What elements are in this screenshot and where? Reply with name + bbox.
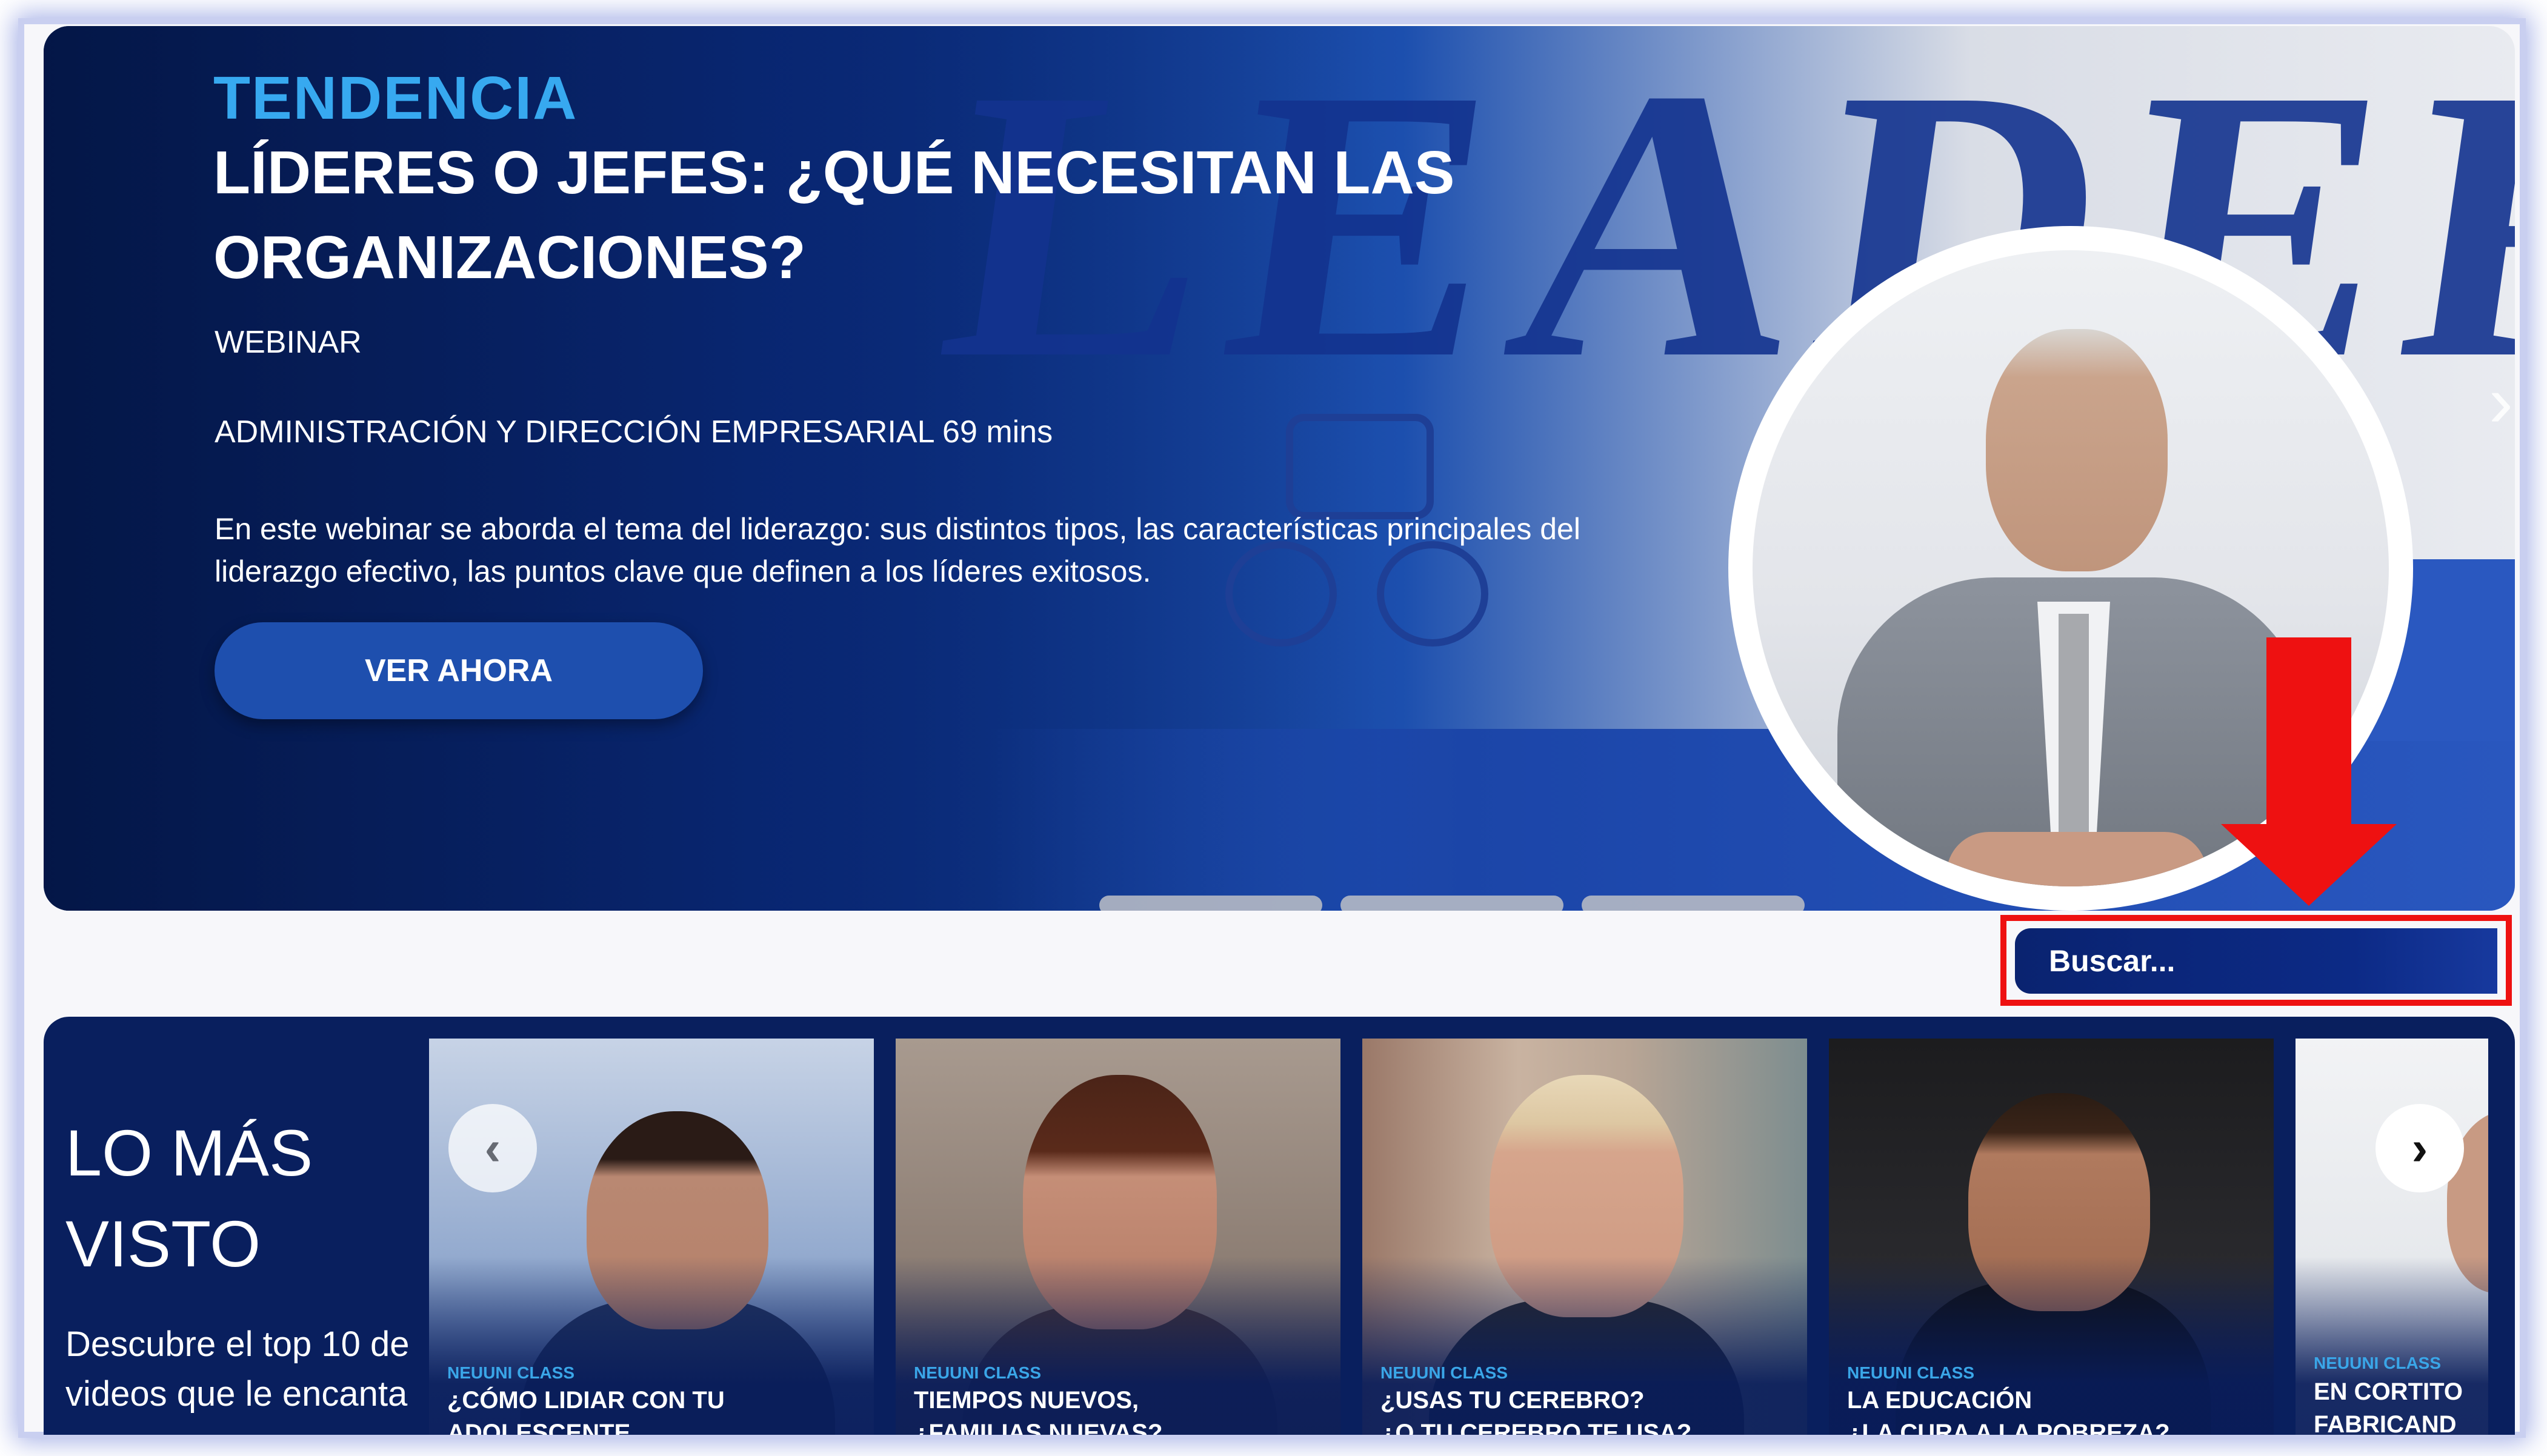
video-category: NEUUNI CLASS bbox=[1380, 1363, 1508, 1382]
most-viewed-section: LO MÁS VISTO Descubre el top 10 de video… bbox=[44, 1017, 2515, 1435]
down-arrow-icon bbox=[2266, 637, 2351, 837]
video-title: LA EDUCACIÓN ¿LA CURA A LA POBREZA? bbox=[1847, 1387, 2170, 1435]
video-category: NEUUNI CLASS bbox=[1847, 1363, 1975, 1382]
hero-description: En este webinar se aborda el tema del li… bbox=[215, 512, 1580, 588]
video-card[interactable]: NEUUNI CLASS LA EDUCACIÓN ¿LA CURA A LA … bbox=[1829, 1039, 2274, 1435]
video-title: TIEMPOS NUEVOS, ¿FAMILIAS NUEVAS? bbox=[914, 1387, 1163, 1435]
carousel-dot[interactable] bbox=[1099, 896, 1322, 911]
carousel-dot[interactable] bbox=[1582, 896, 1805, 911]
video-category: NEUUNI CLASS bbox=[2314, 1354, 2442, 1372]
hero-tag: TENDENCIA bbox=[213, 64, 578, 132]
video-category: NEUUNI CLASS bbox=[914, 1363, 1042, 1382]
chevron-right-icon[interactable]: › bbox=[2376, 1104, 2464, 1192]
carousel-dot[interactable] bbox=[1340, 896, 1563, 911]
hero-content-type: WEBINAR bbox=[215, 325, 362, 360]
speaker-hands bbox=[1946, 832, 2207, 886]
most-viewed-description: Descubre el top 10 de videos que le enca… bbox=[65, 1325, 410, 1414]
down-arrow-icon-head bbox=[2221, 824, 2397, 906]
carousel-indicators bbox=[1099, 896, 1805, 911]
hero-title: LÍDERES O JEFES: ¿QUÉ NECESITAN LAS ORGA… bbox=[213, 139, 1455, 291]
chevron-left-icon[interactable]: ‹ bbox=[448, 1104, 537, 1192]
video-card[interactable]: NEUUNI CLASS TIEMPOS NUEVOS, ¿FAMILIAS N… bbox=[896, 1039, 1340, 1435]
hero-banner[interactable]: LEADER TENDENCIA LÍDERES O JEFES: ¿QUÉ N… bbox=[44, 26, 2515, 911]
chat-bubble-icon bbox=[1286, 414, 1434, 519]
video-card[interactable]: NEUUNI CLASS EN CORTITO FABRICAND bbox=[2296, 1039, 2488, 1435]
watch-now-button[interactable]: VER AHORA bbox=[215, 622, 703, 719]
video-category: NEUUNI CLASS bbox=[447, 1363, 575, 1382]
video-card[interactable]: NEUUNI CLASS ¿USAS TU CEREBRO? ¿O TU CER… bbox=[1362, 1039, 1807, 1435]
search-input[interactable]: Buscar... bbox=[2015, 928, 2497, 994]
video-title: ¿USAS TU CEREBRO? ¿O TU CEREBRO TE USA? bbox=[1380, 1387, 1692, 1435]
hero-category-duration: ADMINISTRACIÓN Y DIRECCIÓN EMPRESARIAL 6… bbox=[215, 414, 1053, 450]
video-title: ¿CÓMO LIDIAR CON TU ADOLESCENTE INCOMPRE… bbox=[447, 1387, 725, 1435]
video-card[interactable]: NEUUNI CLASS ¿CÓMO LIDIAR CON TU ADOLESC… bbox=[429, 1039, 874, 1435]
video-title: EN CORTITO FABRICAND bbox=[2314, 1378, 2463, 1435]
chevron-right-icon[interactable]: › bbox=[2477, 365, 2515, 438]
speaker-head bbox=[1986, 329, 2168, 571]
most-viewed-title: LO MÁS VISTO bbox=[65, 1108, 381, 1289]
most-viewed-title-text: LO MÁS VISTO bbox=[65, 1116, 313, 1280]
